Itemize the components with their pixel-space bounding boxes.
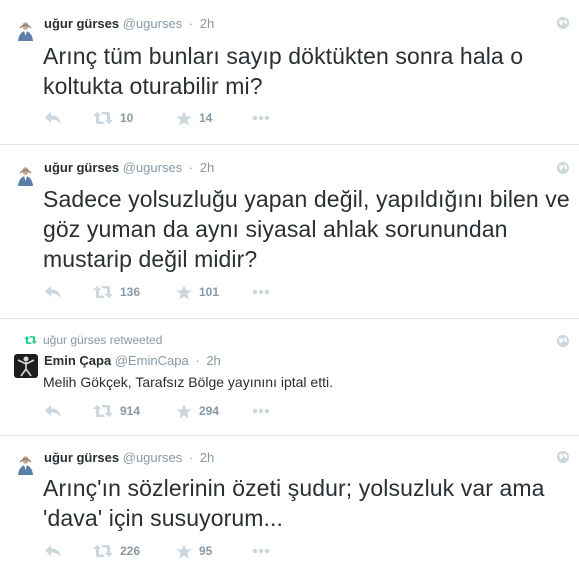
tweet[interactable]: uğur gürses @ugurses · 2h Arınç tüm bunl… xyxy=(0,0,579,145)
username[interactable]: @ugurses xyxy=(123,16,182,31)
retweet-count: 136 xyxy=(120,285,141,299)
favorite-count: 294 xyxy=(199,404,220,418)
avatar[interactable] xyxy=(15,165,36,186)
timestamp[interactable]: 2h xyxy=(200,16,214,31)
tweet-text: Sadece yolsuzluğu yapan değil, yapıldığı… xyxy=(43,186,570,272)
tweet-header: uğur gürses @ugurses · 2h xyxy=(44,450,214,466)
reply-icon xyxy=(45,112,61,124)
retweeted-by[interactable]: uğur gürses retweeted xyxy=(43,333,162,347)
timeline: uğur gürses @ugurses · 2h Arınç tüm bunl… xyxy=(0,0,579,576)
globe-icon[interactable] xyxy=(556,450,570,464)
globe-icon[interactable] xyxy=(556,334,570,348)
retweet-icon xyxy=(24,336,37,344)
fullname[interactable]: Emin Çapa xyxy=(44,353,111,368)
star-icon xyxy=(176,110,192,126)
retweet-icon xyxy=(93,112,113,124)
favorite-button[interactable]: 95 xyxy=(176,541,212,561)
avatar[interactable] xyxy=(15,20,36,41)
tweet[interactable]: uğur gürses retweeted Emin Çapa @EminCap… xyxy=(0,319,579,436)
separator: · xyxy=(188,160,194,175)
favorite-button[interactable]: 14 xyxy=(176,108,212,128)
avatar[interactable] xyxy=(15,454,36,475)
fullname[interactable]: uğur gürses xyxy=(44,450,119,465)
more-icon xyxy=(252,115,270,121)
retweet-button[interactable]: 136 xyxy=(93,282,140,302)
separator: · xyxy=(188,450,194,465)
more-button[interactable] xyxy=(252,108,270,128)
username[interactable]: @ugurses xyxy=(123,450,182,465)
avatar[interactable] xyxy=(14,354,38,378)
favorite-button[interactable]: 294 xyxy=(176,401,219,421)
more-icon xyxy=(252,408,270,414)
retweet-context: uğur gürses retweeted xyxy=(24,333,162,347)
tweet-header: Emin Çapa @EminCapa · 2h xyxy=(44,353,221,369)
tweet-text: Arınç'ın sözlerinin özeti şudur; yolsuzl… xyxy=(43,475,545,531)
more-icon xyxy=(252,289,270,295)
more-button[interactable] xyxy=(252,401,270,421)
fullname[interactable]: uğur gürses xyxy=(44,160,119,175)
star-icon xyxy=(176,284,192,300)
globe-icon[interactable] xyxy=(556,161,570,175)
reply-button[interactable] xyxy=(44,282,62,302)
reply-icon xyxy=(45,405,61,417)
separator: · xyxy=(195,353,200,368)
more-button[interactable] xyxy=(252,541,270,561)
tweet[interactable]: uğur gürses @ugurses · 2h Arınç'ın sözle… xyxy=(0,436,579,576)
tweet-header: uğur gürses @ugurses · 2h xyxy=(44,16,214,32)
retweet-button[interactable]: 914 xyxy=(93,401,140,421)
timestamp[interactable]: 2h xyxy=(200,450,214,465)
more-icon xyxy=(252,548,270,554)
retweet-button[interactable]: 226 xyxy=(93,541,140,561)
tweet-text: Melih Gökçek, Tarafsız Bölge yayınını ip… xyxy=(43,374,333,390)
star-icon xyxy=(176,403,192,419)
star-icon xyxy=(176,543,192,559)
separator: · xyxy=(188,16,194,31)
tweet-text: Arınç tüm bunları sayıp döktükten sonra … xyxy=(43,43,524,99)
reply-icon xyxy=(45,286,61,298)
reply-button[interactable] xyxy=(44,541,62,561)
globe-icon[interactable] xyxy=(556,16,570,30)
retweet-count: 10 xyxy=(120,111,134,125)
reply-button[interactable] xyxy=(44,108,62,128)
username[interactable]: @EminCapa xyxy=(115,353,189,368)
more-button[interactable] xyxy=(252,282,270,302)
timestamp[interactable]: 2h xyxy=(206,353,220,368)
tweet-header: uğur gürses @ugurses · 2h xyxy=(44,160,214,176)
retweet-icon xyxy=(93,405,113,417)
favorite-count: 14 xyxy=(199,111,213,125)
timestamp[interactable]: 2h xyxy=(200,160,214,175)
username[interactable]: @ugurses xyxy=(123,160,182,175)
favorite-count: 101 xyxy=(199,285,220,299)
retweet-count: 914 xyxy=(120,404,141,418)
retweet-button[interactable]: 10 xyxy=(93,108,133,128)
fullname[interactable]: uğur gürses xyxy=(44,16,119,31)
retweet-icon xyxy=(93,286,113,298)
tweet[interactable]: uğur gürses @ugurses · 2h Sadece yolsuzl… xyxy=(0,145,579,319)
reply-button[interactable] xyxy=(44,401,62,421)
favorite-button[interactable]: 101 xyxy=(176,282,219,302)
